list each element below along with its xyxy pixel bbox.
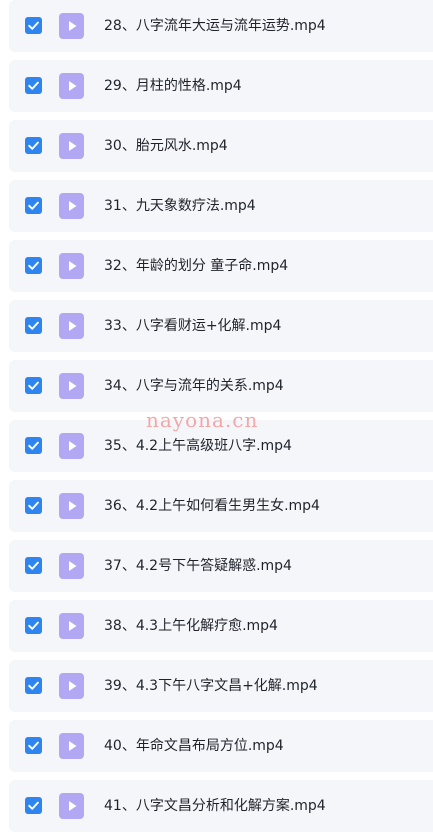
file-name[interactable]: 31、九天象数疗法.mp4	[104, 180, 256, 232]
video-play-icon	[59, 433, 84, 459]
video-play-icon	[59, 793, 84, 819]
video-play-icon	[59, 373, 84, 399]
video-play-icon	[59, 253, 84, 279]
file-row[interactable]: 35、4.2上午高级班八字.mp4	[9, 420, 433, 472]
file-name[interactable]: 40、年命文昌布局方位.mp4	[104, 720, 284, 772]
file-row[interactable]: 29、月柱的性格.mp4	[9, 60, 433, 112]
file-checkbox[interactable]	[25, 557, 42, 574]
checkmark-icon	[28, 261, 39, 270]
file-checkbox[interactable]	[25, 257, 42, 274]
file-checkbox[interactable]	[25, 677, 42, 694]
video-play-icon	[59, 73, 84, 99]
checkmark-icon	[28, 201, 39, 210]
file-row[interactable]: 38、4.3上午化解疗愈.mp4	[9, 600, 433, 652]
file-name[interactable]: 37、4.2号下午答疑解惑.mp4	[104, 540, 292, 592]
file-row[interactable]: 34、八字与流年的关系.mp4	[9, 360, 433, 412]
file-name[interactable]: 35、4.2上午高级班八字.mp4	[104, 420, 292, 472]
file-checkbox[interactable]	[25, 17, 42, 34]
file-checkbox[interactable]	[25, 317, 42, 334]
file-name[interactable]: 28、八字流年大运与流年运势.mp4	[104, 0, 326, 52]
video-play-icon	[59, 193, 84, 219]
checkmark-icon	[28, 741, 39, 750]
file-checkbox[interactable]	[25, 437, 42, 454]
file-row[interactable]: 41、八字文昌分析和化解方案.mp4	[9, 780, 433, 832]
file-name[interactable]: 39、4.3下午八字文昌+化解.mp4	[104, 660, 318, 712]
file-name[interactable]: 32、年龄的划分 童子命.mp4	[104, 240, 288, 292]
file-checkbox[interactable]	[25, 77, 42, 94]
file-row[interactable]: 40、年命文昌布局方位.mp4	[9, 720, 433, 772]
file-checkbox[interactable]	[25, 137, 42, 154]
file-checkbox[interactable]	[25, 737, 42, 754]
checkmark-icon	[28, 501, 39, 510]
file-name[interactable]: 30、胎元风水.mp4	[104, 120, 228, 172]
checkmark-icon	[28, 801, 39, 810]
checkmark-icon	[28, 681, 39, 690]
checkmark-icon	[28, 321, 39, 330]
file-row[interactable]: 28、八字流年大运与流年运势.mp4	[9, 0, 433, 52]
file-checkbox[interactable]	[25, 197, 42, 214]
file-checkbox[interactable]	[25, 797, 42, 814]
video-play-icon	[59, 313, 84, 339]
file-name[interactable]: 36、4.2上午如何看生男生女.mp4	[104, 480, 320, 532]
video-play-icon	[59, 733, 84, 759]
checkmark-icon	[28, 561, 39, 570]
video-play-icon	[59, 673, 84, 699]
file-row[interactable]: 36、4.2上午如何看生男生女.mp4	[9, 480, 433, 532]
video-play-icon	[59, 613, 84, 639]
video-play-icon	[59, 133, 84, 159]
file-row[interactable]: 37、4.2号下午答疑解惑.mp4	[9, 540, 433, 592]
checkmark-icon	[28, 441, 39, 450]
file-row[interactable]: 30、胎元风水.mp4	[9, 120, 433, 172]
checkmark-icon	[28, 381, 39, 390]
file-row[interactable]: 32、年龄的划分 童子命.mp4	[9, 240, 433, 292]
video-play-icon	[59, 553, 84, 579]
file-row[interactable]: 31、九天象数疗法.mp4	[9, 180, 433, 232]
video-play-icon	[59, 493, 84, 519]
file-row[interactable]: 33、八字看财运+化解.mp4	[9, 300, 433, 352]
file-name[interactable]: 29、月柱的性格.mp4	[104, 60, 242, 112]
checkmark-icon	[28, 21, 39, 30]
checkmark-icon	[28, 621, 39, 630]
file-name[interactable]: 38、4.3上午化解疗愈.mp4	[104, 600, 278, 652]
file-checkbox[interactable]	[25, 377, 42, 394]
file-checkbox[interactable]	[25, 617, 42, 634]
checkmark-icon	[28, 141, 39, 150]
video-play-icon	[59, 13, 84, 39]
file-checkbox[interactable]	[25, 497, 42, 514]
file-row[interactable]: 39、4.3下午八字文昌+化解.mp4	[9, 660, 433, 712]
file-name[interactable]: 41、八字文昌分析和化解方案.mp4	[104, 780, 326, 832]
checkmark-icon	[28, 81, 39, 90]
file-name[interactable]: 34、八字与流年的关系.mp4	[104, 360, 284, 412]
file-name[interactable]: 33、八字看财运+化解.mp4	[104, 300, 281, 352]
